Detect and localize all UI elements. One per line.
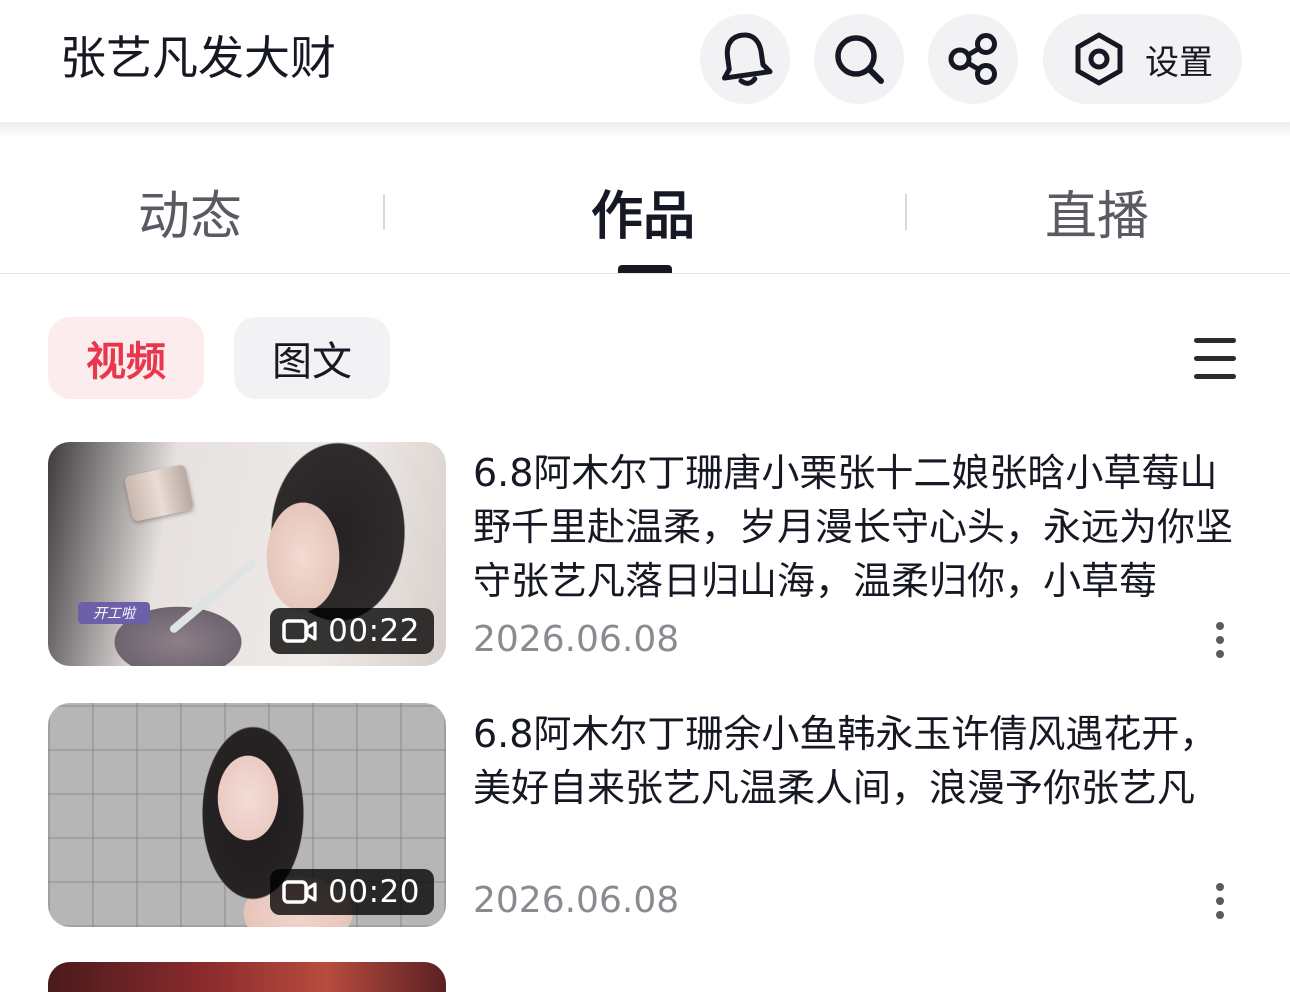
settings-label: 设置 <box>1145 42 1213 83</box>
header-divider <box>0 122 1290 138</box>
video-date: 2026.06.08 <box>473 880 680 921</box>
makeup-brush-image <box>168 557 258 635</box>
list-menu-icon[interactable] <box>1190 336 1240 382</box>
tab-works[interactable]: 作品 <box>591 182 695 252</box>
video-camera-icon <box>282 619 317 643</box>
tab-live[interactable]: 直播 <box>1045 182 1149 252</box>
bell-icon <box>721 32 773 86</box>
thumbnail-sticker: 开工啦 <box>78 602 150 624</box>
video-date: 2026.06.08 <box>473 619 680 660</box>
duration-text: 00:22 <box>328 613 420 649</box>
video-title[interactable]: 6.8阿木尔丁珊余小鱼韩永玉许倩风遇花开，美好自来张艺凡温柔人间，浪漫予你张艺凡 <box>473 707 1248 815</box>
search-button[interactable] <box>814 14 904 104</box>
profile-header: 张艺凡发大财 设置 <box>0 0 1290 122</box>
duration-badge: 00:22 <box>270 608 434 654</box>
tab-separator <box>905 194 907 230</box>
share-button[interactable] <box>928 14 1018 104</box>
video-thumbnail[interactable]: 00:20 <box>48 703 446 927</box>
notification-button[interactable] <box>700 14 790 104</box>
more-options-icon[interactable] <box>1198 879 1242 923</box>
profile-tabs: 动态 作品 直播 <box>0 140 1290 274</box>
video-title[interactable]: 6.8阿木尔丁珊唐小栗张十二娘张晗小草莓山野千里赴温柔，岁月漫长守心头，永远为你… <box>473 446 1248 608</box>
duration-text: 00:20 <box>328 874 420 910</box>
video-list-item[interactable]: 00:20 6.8阿木尔丁珊余小鱼韩永玉许倩风遇花开，美好自来张艺凡温柔人间，浪… <box>0 703 1290 929</box>
video-thumbnail[interactable]: 开工啦 00:22 <box>48 442 446 666</box>
profile-name: 张艺凡发大财 <box>60 31 336 85</box>
settings-button[interactable]: 设置 <box>1043 14 1242 104</box>
settings-hexagon-icon <box>1071 31 1127 87</box>
video-thumbnail-partial[interactable] <box>48 962 446 992</box>
duration-badge: 00:20 <box>270 869 434 915</box>
search-icon <box>835 35 884 84</box>
share-icon <box>948 33 997 85</box>
tab-separator <box>383 194 385 230</box>
active-tab-indicator <box>618 265 672 273</box>
video-list-item[interactable]: 开工啦 00:22 6.8阿木尔丁珊唐小栗张十二娘张晗小草莓山野千里赴温柔，岁月… <box>0 442 1290 668</box>
filter-chip-video[interactable]: 视频 <box>48 317 204 399</box>
video-camera-icon <box>282 880 317 904</box>
filter-chip-image-text[interactable]: 图文 <box>234 317 390 399</box>
tab-dynamics[interactable]: 动态 <box>138 182 242 252</box>
makeup-palette-image <box>123 464 195 522</box>
more-options-icon[interactable] <box>1198 618 1242 662</box>
